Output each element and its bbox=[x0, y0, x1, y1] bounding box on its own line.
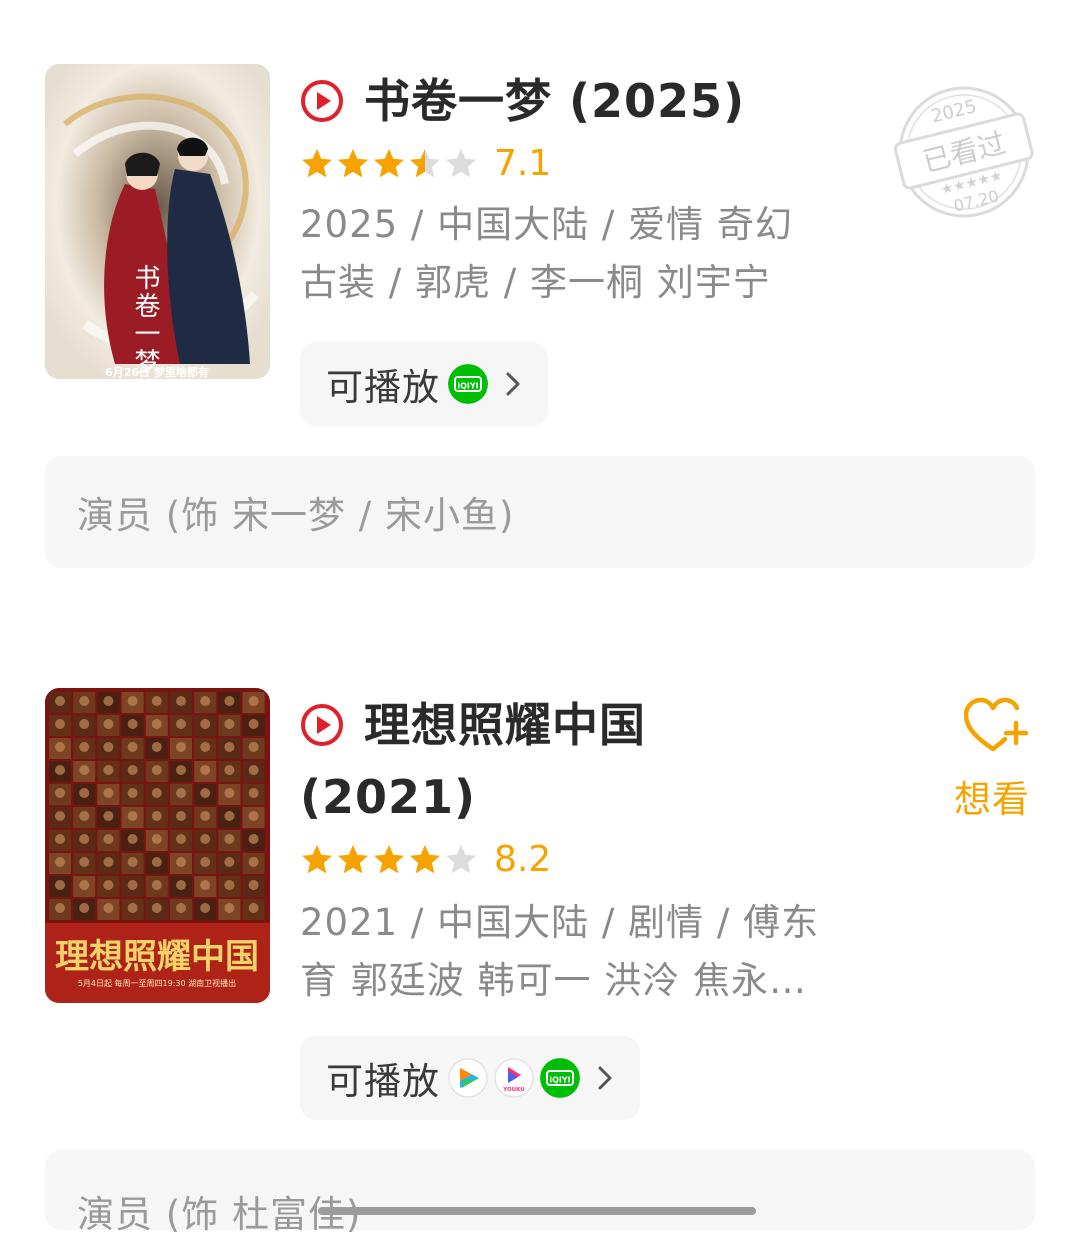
movie-title[interactable]: 理想照耀中国 bbox=[364, 690, 646, 760]
poster-title-text: 理想照耀中国 bbox=[55, 937, 259, 977]
want-to-watch-button[interactable]: 想看 bbox=[954, 695, 1035, 823]
movie-title-row[interactable]: 理想照耀中国 bbox=[300, 690, 819, 760]
movie-info-2: 理想照耀中国 (2021) 8.2 2021 / 中国大陆 / 剧情 / 傅东 … bbox=[300, 690, 819, 1010]
star-empty-icon bbox=[446, 149, 476, 178]
youku-icon: YOUKU bbox=[494, 1058, 534, 1098]
cast-role-bar[interactable]: 演员 (饰 宋一梦 / 宋小鱼) bbox=[45, 456, 1035, 568]
want-to-watch-label: 想看 bbox=[954, 778, 1030, 821]
poster-image-2[interactable]: 理想照耀中国 5月4日起 每周一至周四19:30 湖南卫视播出 bbox=[45, 688, 270, 1003]
play-label: 可播放 bbox=[326, 366, 440, 409]
heart-plus-icon bbox=[963, 697, 1029, 752]
iqiyi-icon: iQIYI bbox=[448, 364, 488, 404]
movie-title-year[interactable]: (2021) bbox=[300, 762, 819, 832]
poster-release-note: 6月26日 梦里啥都有 bbox=[105, 365, 209, 379]
poster-calligraphy: 书卷一梦 bbox=[130, 264, 160, 376]
chevron-right-icon bbox=[506, 372, 520, 396]
star-full-icon bbox=[302, 845, 332, 874]
movie-info-1: 书卷一梦 (2025) 7.1 2025 / 中国大陆 / 爱情 奇幻 古装 /… bbox=[300, 66, 793, 312]
svg-text:iQIYI: iQIYI bbox=[457, 382, 478, 391]
iqiyi-icon: iQIYI bbox=[540, 1058, 580, 1098]
play-icon bbox=[301, 80, 343, 122]
star-full-icon bbox=[410, 845, 440, 874]
movie-card-1[interactable]: 书卷一梦 6月26日 梦里啥都有 书卷一梦 (2025) 7.1 2025 / … bbox=[0, 0, 1080, 600]
star-rating bbox=[300, 843, 480, 877]
play-label: 可播放 bbox=[326, 1060, 440, 1103]
cast-role-text: 演员 (饰 宋一梦 / 宋小鱼) bbox=[77, 494, 515, 537]
movie-card-2[interactable]: 理想照耀中国 5月4日起 每周一至周四19:30 湖南卫视播出 理想照耀中国 (… bbox=[0, 600, 1080, 1236]
rating-row: 7.1 bbox=[300, 136, 793, 192]
chevron-right-icon bbox=[598, 1066, 612, 1090]
rating-row: 8.2 bbox=[300, 832, 819, 888]
horizontal-scrollbar[interactable] bbox=[318, 1207, 756, 1215]
watched-stamp: 2025 已看过 ★★★★★ 07.20 bbox=[890, 78, 1038, 226]
movie-meta-line-1: 2021 / 中国大陆 / 剧情 / 傅东 bbox=[300, 901, 820, 944]
poster-image-1[interactable]: 书卷一梦 6月26日 梦里啥都有 bbox=[45, 64, 270, 379]
rating-score: 8.2 bbox=[494, 839, 552, 880]
movie-meta-line-2: 育 郭廷波 韩可一 洪泠 焦永… bbox=[300, 959, 808, 1002]
play-icon bbox=[301, 704, 343, 746]
svg-text:YOUKU: YOUKU bbox=[502, 1087, 525, 1093]
movie-title[interactable]: 书卷一梦 (2025) bbox=[364, 66, 745, 136]
star-full-icon bbox=[338, 845, 368, 874]
movie-title-row[interactable]: 书卷一梦 (2025) bbox=[300, 66, 793, 136]
play-availability-button[interactable]: 可播放 YOUKU iQIYI bbox=[300, 1036, 640, 1120]
star-full-icon bbox=[338, 149, 368, 178]
star-full-icon bbox=[302, 149, 332, 178]
star-full-icon bbox=[374, 845, 404, 874]
cast-role-bar[interactable]: 演员 (饰 杜富佳) bbox=[45, 1150, 1035, 1236]
rating-score: 7.1 bbox=[494, 143, 552, 184]
movie-meta-line-2: 古装 / 郭虎 / 李一桐 刘宇宁 bbox=[300, 261, 771, 304]
tencent-video-icon bbox=[448, 1058, 488, 1098]
svg-text:iQIYI: iQIYI bbox=[549, 1076, 570, 1085]
stamp-year: 2025 bbox=[929, 96, 979, 127]
star-full-icon bbox=[374, 149, 404, 178]
star-rating bbox=[300, 147, 480, 181]
star-empty-icon bbox=[446, 845, 476, 874]
play-availability-button[interactable]: 可播放 iQIYI bbox=[300, 342, 548, 426]
movie-meta-line-1: 2025 / 中国大陆 / 爱情 奇幻 bbox=[300, 203, 793, 246]
star-half-icon bbox=[410, 149, 440, 178]
poster-air-note: 5月4日起 每周一至周四19:30 湖南卫视播出 bbox=[78, 978, 236, 988]
